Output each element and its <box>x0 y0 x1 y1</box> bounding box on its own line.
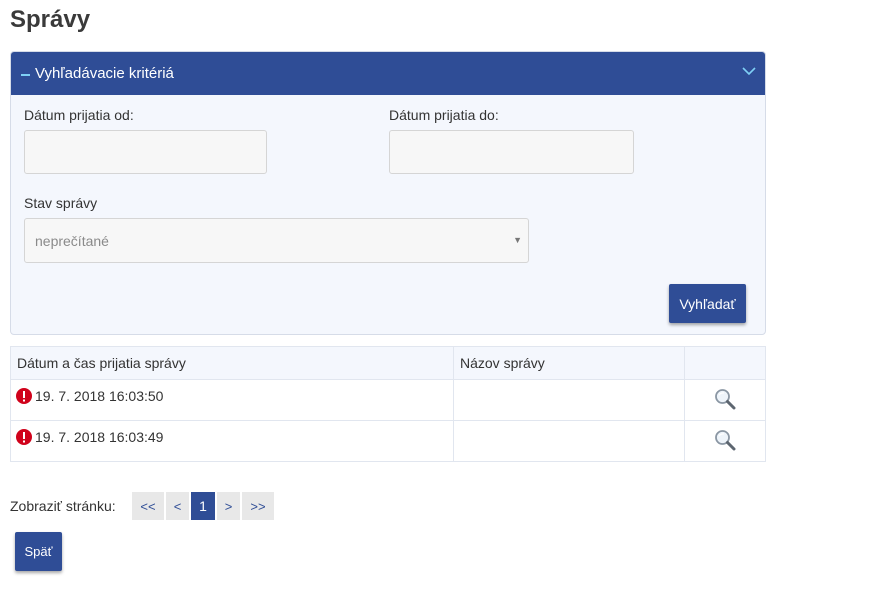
message-name-cell <box>453 420 685 462</box>
magnifier-icon[interactable] <box>714 429 736 451</box>
first-page-button[interactable]: << <box>132 492 164 520</box>
chevron-down-icon[interactable] <box>742 66 756 76</box>
current-page-button[interactable]: 1 <box>191 492 215 520</box>
page-title: Správy <box>10 6 91 33</box>
column-header-actions <box>684 346 766 380</box>
last-page-button[interactable]: >> <box>242 492 274 520</box>
table-row: 19. 7. 2018 16:03:49 <box>10 420 766 462</box>
search-button[interactable]: Vyhľadať <box>669 284 746 323</box>
table-row: 19. 7. 2018 16:03:50 <box>10 379 766 421</box>
search-panel-header[interactable]: Vyhľadávacie kritériá <box>11 52 765 95</box>
received-datetime: 19. 7. 2018 16:03:49 <box>35 428 164 445</box>
previous-page-button[interactable]: < <box>166 492 189 520</box>
date-to-input[interactable] <box>389 130 634 174</box>
select-arrow-icon: ▼ <box>513 235 522 245</box>
date-to-label: Dátum prijatia do: <box>389 107 499 123</box>
messages-table: Dátum a čas prijatia správy Názov správy… <box>10 346 766 462</box>
table-header-row: Dátum a čas prijatia správy Názov správy <box>10 346 766 380</box>
exclamation-circle-icon <box>16 428 32 445</box>
minus-icon[interactable] <box>21 73 30 76</box>
column-header-name[interactable]: Názov správy <box>453 346 685 380</box>
datetime-cell: 19. 7. 2018 16:03:49 <box>10 420 454 462</box>
message-name-cell <box>453 379 685 421</box>
back-button[interactable]: Späť <box>15 532 62 571</box>
exclamation-circle-icon <box>16 387 32 404</box>
pagination-label: Zobraziť stránku: <box>10 498 116 514</box>
view-cell <box>684 379 766 421</box>
status-selected-value: neprečítané <box>35 232 109 249</box>
column-header-datetime[interactable]: Dátum a čas prijatia správy <box>10 346 454 380</box>
date-from-input[interactable] <box>24 130 267 174</box>
search-panel-title: Vyhľadávacie kritériá <box>35 65 174 82</box>
pagination: << < 1 > >> <box>132 492 276 520</box>
received-datetime: 19. 7. 2018 16:03:50 <box>35 387 164 404</box>
date-from-label: Dátum prijatia od: <box>24 107 134 123</box>
next-page-button[interactable]: > <box>217 492 240 520</box>
view-cell <box>684 420 766 462</box>
magnifier-icon[interactable] <box>714 388 736 410</box>
status-label: Stav správy <box>24 195 98 211</box>
datetime-cell: 19. 7. 2018 16:03:50 <box>10 379 454 421</box>
status-select[interactable]: neprečítané ▼ <box>24 218 529 263</box>
search-criteria-panel: Vyhľadávacie kritériá Dátum prijatia od:… <box>10 51 766 335</box>
